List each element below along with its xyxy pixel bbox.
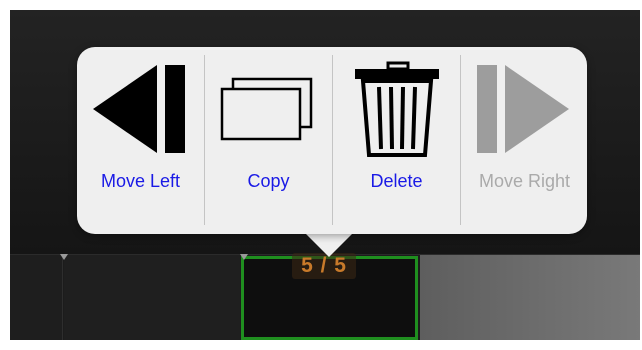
move-right-icon (477, 65, 569, 153)
delete-button[interactable]: Delete (333, 47, 460, 234)
move-right-label: Move Right (478, 171, 571, 191)
strip-cell[interactable] (10, 255, 63, 340)
edit-popover: Move Left Copy Delete Move Right (77, 47, 587, 234)
move-left-button[interactable]: Move Left (77, 47, 204, 234)
copy-label: Copy (247, 171, 290, 191)
move-right-button[interactable]: Move Right (461, 47, 588, 234)
copy-button[interactable]: Copy (205, 47, 332, 234)
position-marker-icon (240, 254, 248, 260)
trash-icon (355, 61, 439, 157)
strip-cell[interactable] (420, 255, 640, 340)
copy-icon (220, 77, 313, 141)
move-left-label: Move Left (100, 171, 181, 191)
popover-pointer (304, 232, 354, 257)
delete-label: Delete (370, 171, 423, 191)
position-marker-icon (60, 254, 68, 260)
move-left-icon (93, 65, 185, 153)
strip-cell[interactable] (64, 255, 240, 340)
